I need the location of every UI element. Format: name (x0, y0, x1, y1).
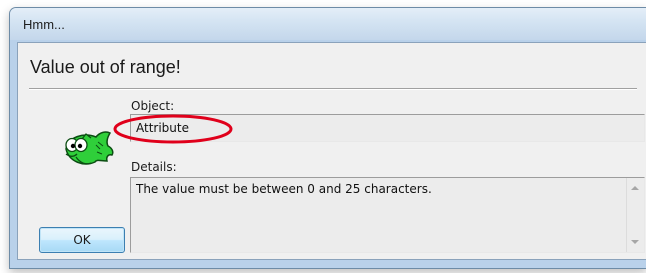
dialog-headline: Value out of range! (30, 57, 181, 77)
window-title: Hmm... (23, 17, 65, 32)
scroll-down-arrow-icon[interactable] (631, 240, 639, 244)
header-divider (29, 88, 637, 90)
error-dialog-window: Hmm... Value out of range! Object: Attri… (9, 7, 646, 269)
red-ellipse-highlight (113, 114, 233, 144)
fish-icon (65, 131, 114, 165)
details-label: Details: (131, 160, 177, 174)
scroll-up-arrow-icon[interactable] (631, 186, 639, 190)
dialog-body: Value out of range! Object: Attribute De… (17, 42, 646, 260)
ok-button[interactable]: OK (39, 227, 125, 253)
details-textarea[interactable]: The value must be between 0 and 25 chara… (130, 177, 645, 253)
title-bar[interactable]: Hmm... (10, 8, 646, 40)
details-scrollbar[interactable] (626, 178, 644, 252)
object-label: Object: (131, 99, 175, 113)
details-text: The value must be between 0 and 25 chara… (136, 182, 432, 196)
